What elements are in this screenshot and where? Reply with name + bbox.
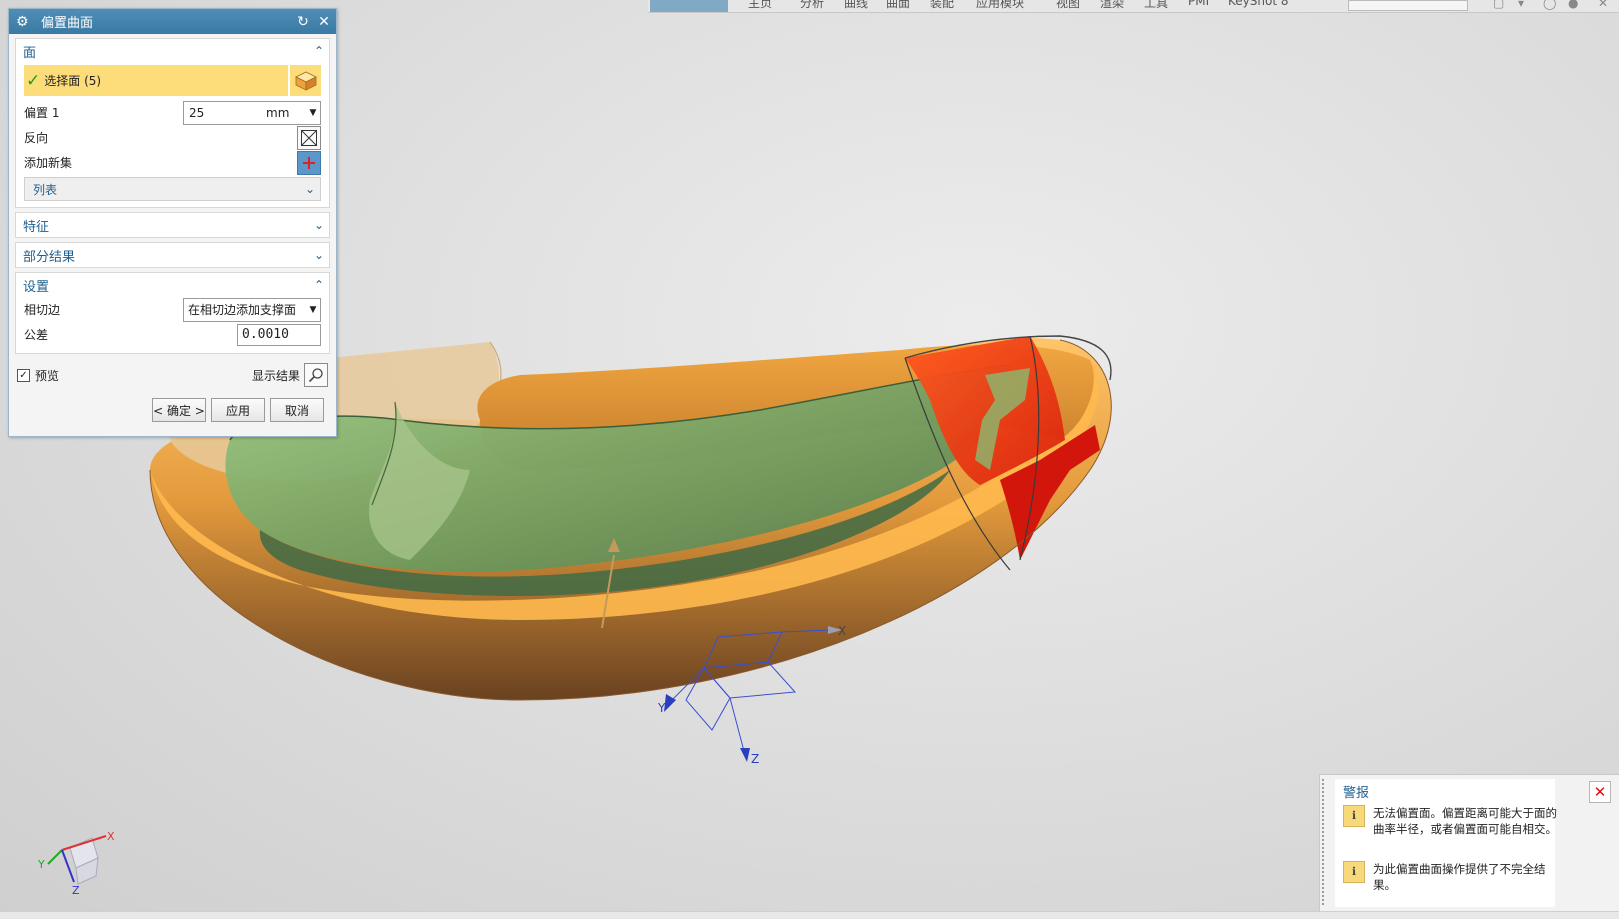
dialog-title-bar[interactable]: ⚙ 偏置曲面 ↻ ✕ xyxy=(9,9,336,34)
chevron-down-icon: ⌄ xyxy=(313,218,325,232)
triad-z-label: Z xyxy=(72,884,80,897)
select-face-label: 选择面 (5) xyxy=(44,74,102,88)
drag-grip[interactable] xyxy=(1322,779,1328,905)
partial-results-section: 部分结果 ⌄ xyxy=(15,242,330,268)
feature-section: 特征 ⌄ xyxy=(15,212,330,238)
triad-y-label: Y xyxy=(37,858,45,871)
tangent-edge-select[interactable]: 在相切边添加支撑面 ▼ xyxy=(183,297,321,322)
face-selector-button[interactable] xyxy=(290,65,321,96)
alert-panel: 警报 ℹ 无法偏置面。偏置距离可能大于面的曲率半径，或者偏置面可能自相交。 ℹ … xyxy=(1319,774,1619,911)
triad-x-label: X xyxy=(107,830,115,843)
preview-checkbox[interactable]: ✓ xyxy=(17,368,30,382)
show-result-label: 显示结果 xyxy=(251,368,300,383)
offset-surface-dialog: ⚙ 偏置曲面 ↻ ✕ 面 ⌃ ✓ 选择面 (5) 偏置 1 25 mm ▼ 反向… xyxy=(8,8,337,437)
tolerance-input[interactable]: 0.0010 xyxy=(237,323,321,346)
list-label: 列表 xyxy=(33,182,58,197)
alert-message-text: 为此偏置曲面操作提供了不完全结果。 xyxy=(1373,862,1546,892)
csys-z-label: Z xyxy=(751,752,759,766)
csys-y-arrowhead xyxy=(664,694,676,712)
offset-value[interactable]: 25 xyxy=(184,106,266,120)
info-icon: ℹ xyxy=(1343,861,1365,883)
info-icon: ℹ xyxy=(1343,805,1365,827)
add-set-icon xyxy=(303,156,315,169)
csys-y-label: Y xyxy=(657,701,666,715)
alert-message-text: 无法偏置面。偏置距离可能大于面的曲率半径，或者偏置面可能自相交。 xyxy=(1373,806,1557,836)
alert-content: 警报 ℹ 无法偏置面。偏置距离可能大于面的曲率半径，或者偏置面可能自相交。 ℹ … xyxy=(1335,779,1557,907)
apply-button[interactable]: 应用 xyxy=(211,398,265,422)
feature-section-title: 特征 xyxy=(23,219,50,235)
list-expander[interactable]: 列表 ⌄ xyxy=(24,177,321,201)
show-result-button[interactable] xyxy=(304,363,328,387)
csys-z-arrowhead xyxy=(740,748,750,762)
dropdown-arrow-icon[interactable]: ▼ xyxy=(306,305,320,315)
offset-distance-input[interactable]: 25 mm ▼ xyxy=(183,100,321,125)
offset-unit: mm xyxy=(266,105,290,120)
alert-close-icon[interactable]: ✕ xyxy=(1589,781,1611,803)
tangent-edge-label: 相切边 xyxy=(24,303,61,317)
gear-icon: ⚙ xyxy=(16,13,29,30)
offset-label: 偏置 1 xyxy=(24,106,60,120)
settings-section: 设置 ⌃ 相切边 在相切边添加支撑面 ▼ 公差 0.0010 xyxy=(15,272,330,354)
face-section-header[interactable]: 面 ⌃ xyxy=(16,39,329,63)
alert-title: 警报 xyxy=(1343,786,1370,801)
dropdown-arrow-icon[interactable]: ▼ xyxy=(306,108,320,118)
preview-label: 预览 xyxy=(35,368,60,383)
alert-message-2: ℹ 为此偏置曲面操作提供了不完全结果。 xyxy=(1343,861,1567,893)
face-section-title: 面 xyxy=(23,45,37,61)
add-new-set-label: 添加新集 xyxy=(24,156,73,170)
chevron-up-icon: ⌃ xyxy=(313,278,325,292)
feature-section-header[interactable]: 特征 ⌄ xyxy=(16,213,329,237)
checkmark-icon: ✓ xyxy=(26,70,41,91)
select-face-field[interactable]: ✓ 选择面 (5) xyxy=(24,65,288,96)
dialog-title: 偏置曲面 xyxy=(41,16,94,31)
alert-message-1: ℹ 无法偏置面。偏置距离可能大于面的曲率半径，或者偏置面可能自相交。 xyxy=(1343,805,1567,837)
magnifier-icon xyxy=(308,368,323,383)
tangent-edge-value: 在相切边添加支撑面 xyxy=(188,303,297,317)
reset-icon[interactable]: ↻ xyxy=(294,14,312,30)
ok-button[interactable]: < 确定 > xyxy=(152,398,206,422)
view-triad xyxy=(47,835,107,885)
reverse-direction-icon xyxy=(301,129,317,146)
csys-x-label: X xyxy=(838,624,846,638)
chevron-down-icon: ⌄ xyxy=(313,248,325,262)
partial-results-title: 部分结果 xyxy=(23,249,76,265)
chevron-down-icon: ⌄ xyxy=(304,182,316,196)
face-cube-icon xyxy=(294,71,317,91)
settings-section-title: 设置 xyxy=(23,279,50,295)
tolerance-label: 公差 xyxy=(24,328,49,342)
chevron-up-icon: ⌃ xyxy=(313,44,325,58)
partial-results-header[interactable]: 部分结果 ⌄ xyxy=(16,243,329,267)
add-new-set-button[interactable] xyxy=(297,150,321,175)
face-section: 面 ⌃ ✓ 选择面 (5) 偏置 1 25 mm ▼ 反向 添加新集 列表 ⌄ xyxy=(15,38,330,208)
settings-section-header[interactable]: 设置 ⌃ xyxy=(16,273,329,297)
reverse-label: 反向 xyxy=(24,131,49,145)
cancel-button[interactable]: 取消 xyxy=(270,398,324,422)
close-icon[interactable]: ✕ xyxy=(315,14,333,30)
reverse-direction-button[interactable] xyxy=(297,125,321,150)
